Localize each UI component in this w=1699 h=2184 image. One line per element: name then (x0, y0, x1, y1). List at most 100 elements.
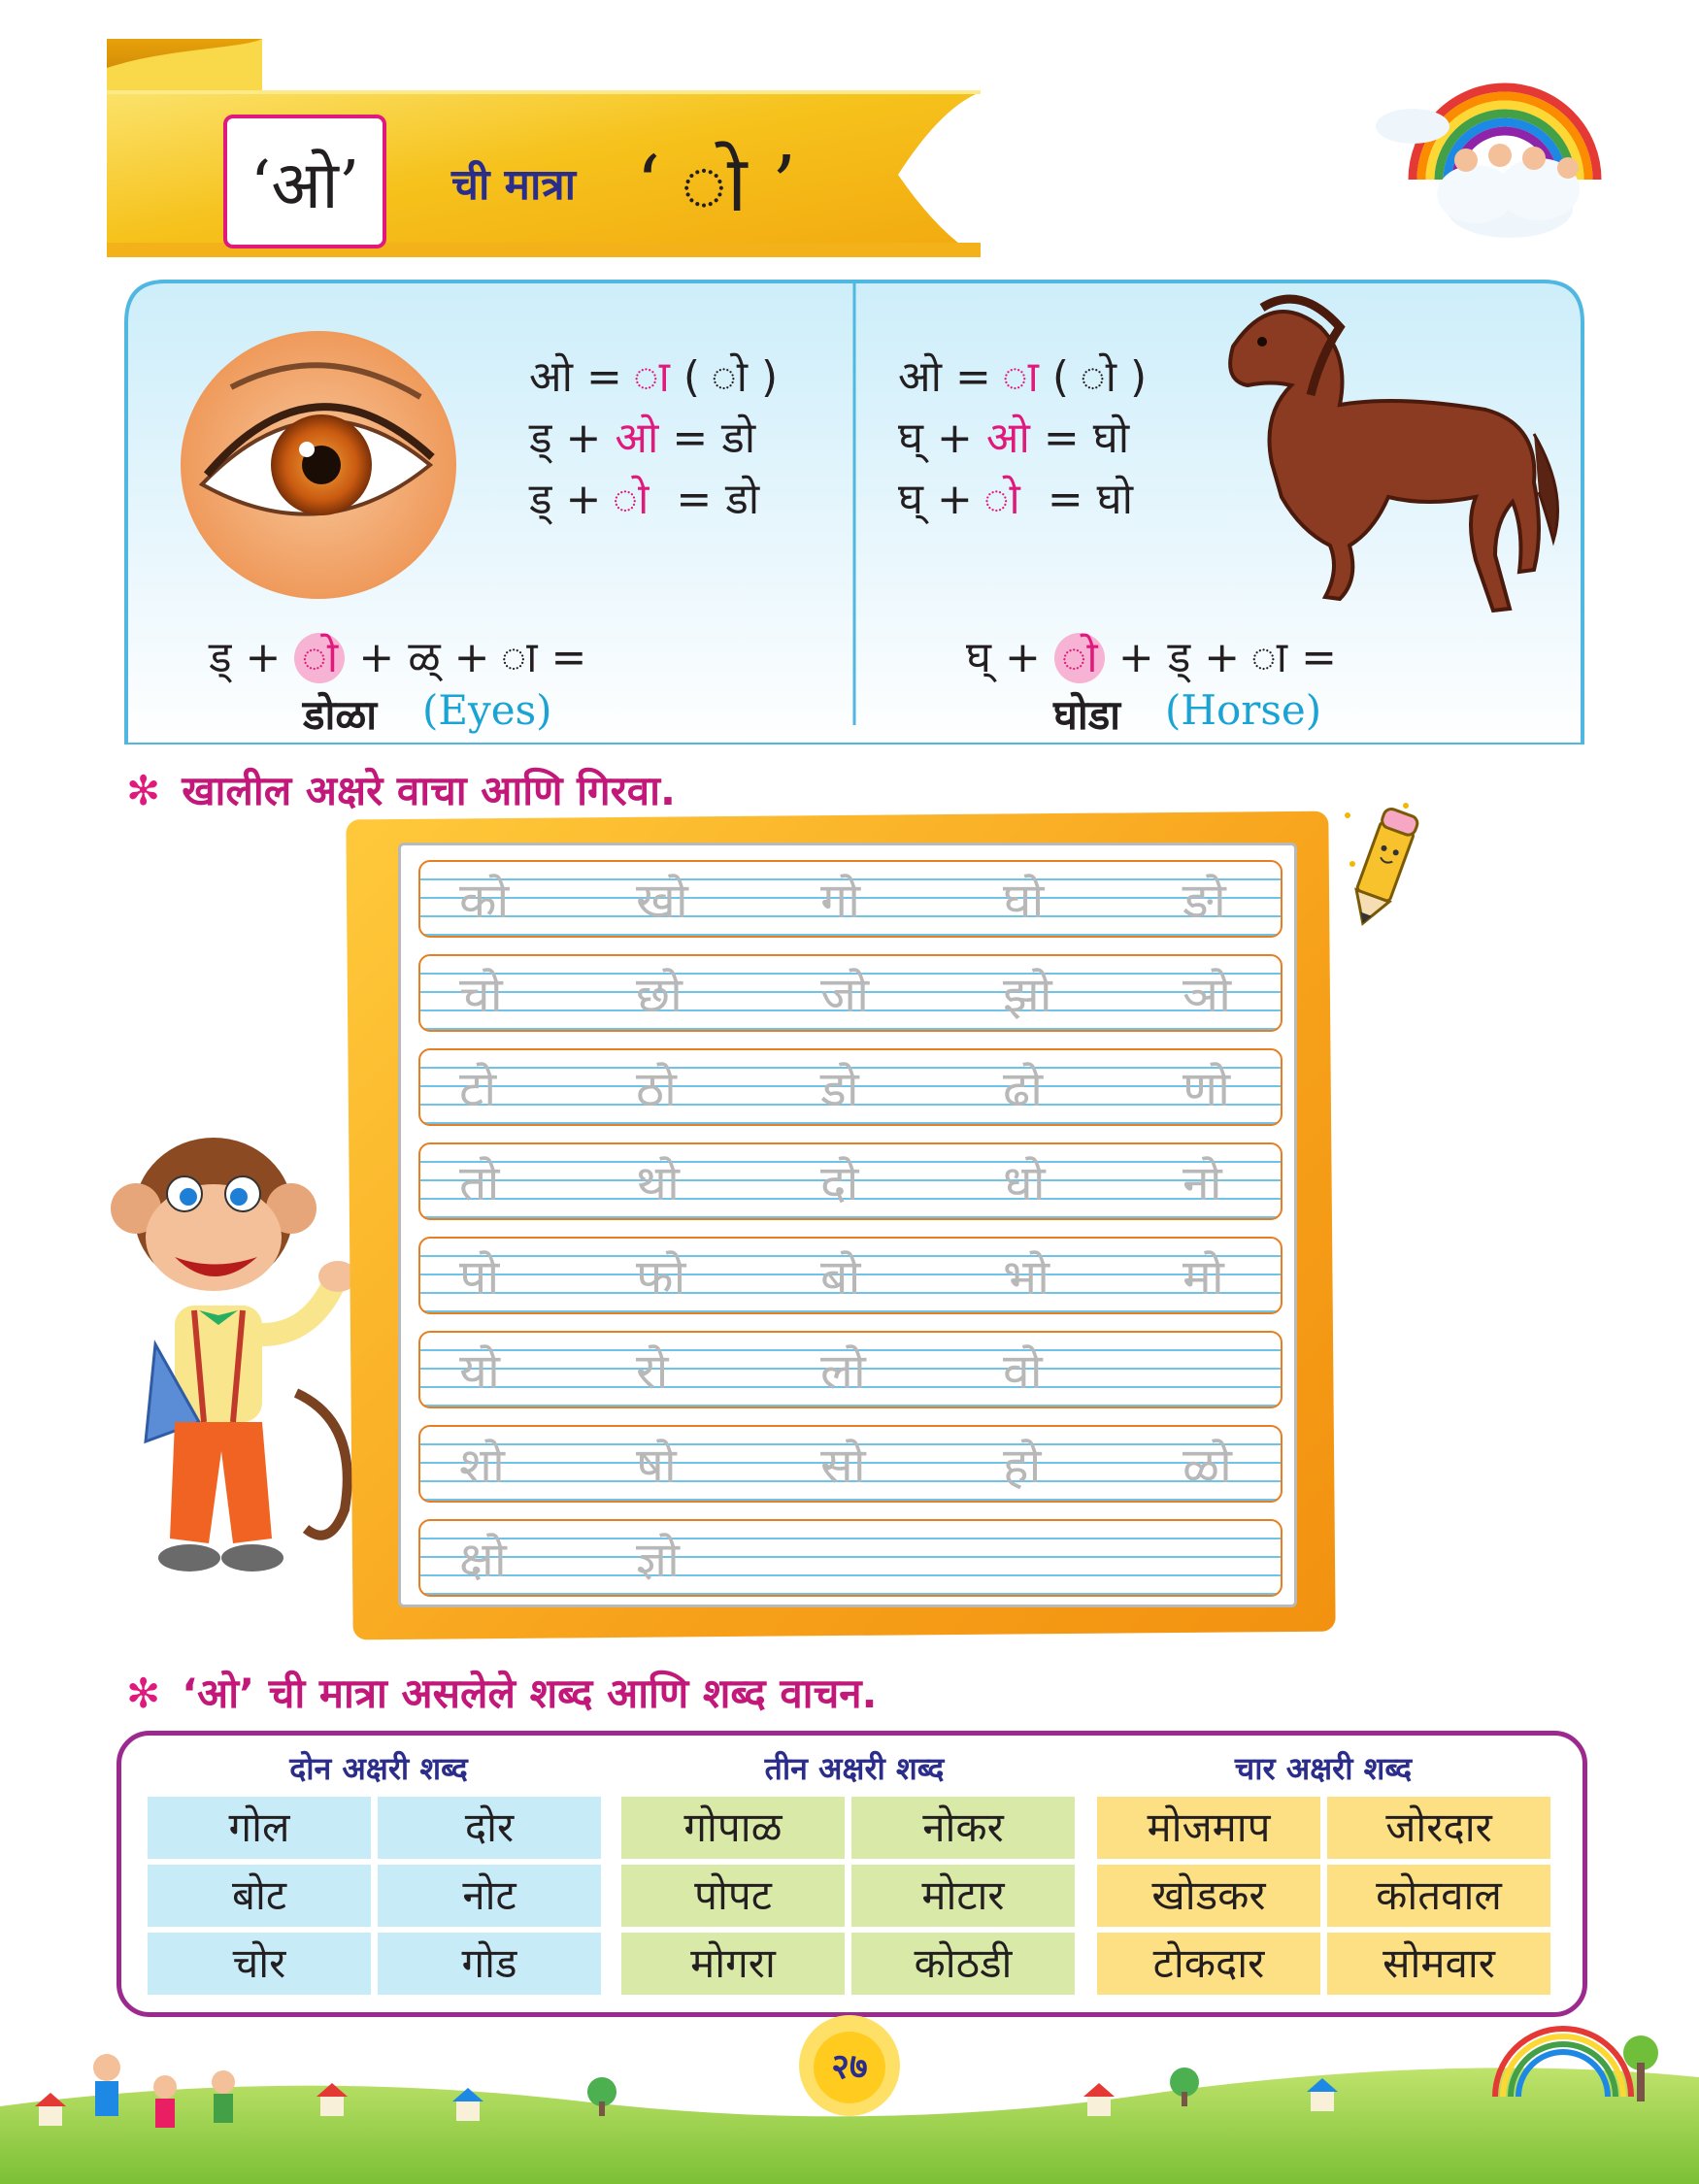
practice-letter: तो (459, 1155, 500, 1211)
practice-board: को खो गो घो ङो चो छो जो झो ञो टो ठो डो ढ… (398, 843, 1297, 1607)
practice-letter: ञो (1183, 967, 1232, 1023)
practice-heading: ✻ खालील अक्षरे वाचा आणि गिरवा. (126, 762, 676, 817)
practice-letter: ठो (636, 1061, 677, 1117)
right-eq1-part-a: ओ = (898, 352, 991, 402)
left-eq2-vowel: ओ (601, 414, 659, 463)
left-eq-line-1: ओ = ा ( ो ) (529, 356, 778, 399)
practice-letter: भो (1003, 1249, 1050, 1306)
right-word-build-equation: घ् + ो + ड् + ा = (966, 626, 1337, 684)
right-eq-line-3: घ् + ो = घो (898, 479, 1133, 521)
word-cell: पोपट (621, 1865, 845, 1927)
practice-letter: फो (636, 1249, 686, 1306)
word-cell: गोल (148, 1797, 371, 1859)
rainbow-cloud-illustration (1376, 83, 1602, 238)
word-cell: टोकदार (1097, 1933, 1320, 1995)
words-heading-text: ‘ओ’ ची मात्रा असलेले शब्द आणि शब्द वाचन. (182, 1670, 878, 1717)
monkey-mascot-illustration (111, 1138, 357, 1572)
left-word-build-equation: ड् + ो + ळ् + ा = (209, 626, 586, 684)
left-eq3-matra: ो (601, 475, 650, 524)
practice-letter: वो (1003, 1343, 1043, 1400)
left-eq1-part-c: ( ो ) (669, 352, 779, 402)
practice-letter: क्षो (459, 1532, 507, 1588)
practice-letter: षो (636, 1438, 677, 1494)
word-cell: मोजमाप (1097, 1797, 1320, 1859)
banner-letter-box: ‘ओ’ (223, 115, 386, 248)
left-eq-line-3: ड् + ो = डो (529, 479, 759, 521)
words-heading-star-icon: ✻ (126, 1670, 161, 1717)
right-eq3-result: = घो (1019, 475, 1134, 524)
left-example-english: (Eyes) (422, 686, 552, 734)
group-title-four-letter: चार अक्षरी शब्द (1234, 1750, 1413, 1787)
eye-illustration (181, 331, 456, 599)
left-build-prefix: ड् + (209, 633, 282, 682)
group-title-three-letter: तीन अक्षरी शब्द (764, 1750, 945, 1787)
word-cell: दोर (378, 1797, 601, 1859)
left-eq1-matra: ा (621, 352, 670, 402)
right-build-suffix: + ड् + ा = (1117, 633, 1337, 682)
left-build-suffix: + ळ् + ा = (358, 633, 587, 682)
left-eq3-part-a: ड् + (529, 475, 602, 524)
word-cell: बोट (148, 1865, 371, 1927)
word-cell: नोकर (851, 1797, 1075, 1859)
word-cell: मोटार (851, 1865, 1075, 1927)
group-title-two-letter: दोन अक्षरी शब्द (289, 1750, 468, 1787)
practice-letter: सो (820, 1438, 866, 1494)
right-eq2-result: = घो (1029, 414, 1130, 463)
practice-letter: को (459, 873, 510, 929)
practice-letter: शो (459, 1438, 505, 1494)
practice-letter: चो (459, 967, 503, 1023)
practice-letter: ढो (1003, 1061, 1044, 1117)
horse-illustration (1228, 294, 1559, 613)
word-reading-table: दोन अक्षरी शब्द तीन अक्षरी शब्द चार अक्ष… (117, 1731, 1587, 2017)
practice-letter: खो (636, 873, 688, 929)
practice-letter: टो (459, 1061, 497, 1117)
word-cell: खोडकर (1097, 1865, 1320, 1927)
practice-letter: हो (1003, 1438, 1042, 1494)
practice-letter: ज्ञो (636, 1532, 680, 1588)
word-cell: गोपाळ (621, 1797, 845, 1859)
left-eq2-part-a: ड् + (529, 414, 602, 463)
practice-letter: पो (459, 1249, 500, 1306)
word-cell: गोड (378, 1933, 601, 1995)
word-cell: नोट (378, 1865, 601, 1927)
right-build-matra-highlight: ो (1053, 633, 1105, 683)
practice-letter: झो (1003, 967, 1052, 1023)
right-build-prefix: घ् + (966, 633, 1041, 682)
practice-letter: छो (636, 967, 683, 1023)
practice-letter: थो (636, 1155, 680, 1211)
right-eq2-part-a: घ् + (898, 414, 973, 463)
page-number: २७ (814, 2032, 885, 2103)
left-eq1-part-a: ओ = (529, 352, 622, 402)
right-eq1-part-c: ( ो ) (1038, 352, 1148, 402)
practice-letter: धो (1003, 1155, 1046, 1211)
right-eq1-matra: ा (990, 352, 1039, 402)
practice-letter: लो (820, 1343, 866, 1400)
practice-row: पो फो बो भो मो (418, 1237, 1283, 1314)
left-eq2-result: = डो (658, 414, 756, 463)
practice-letter: दो (820, 1155, 859, 1211)
words-heading: ✻ ‘ओ’ ची मात्रा असलेले शब्द आणि शब्द वाचन… (126, 1665, 878, 1720)
practice-row: टो ठो डो ढो णो (418, 1048, 1283, 1126)
practice-row: तो थो दो धो नो (418, 1142, 1283, 1220)
left-eq3-result: = डो (649, 475, 760, 524)
practice-letter: घो (1003, 873, 1045, 929)
word-cell: कोतवाल (1327, 1865, 1550, 1927)
practice-row: यो रो लो वो (418, 1331, 1283, 1408)
right-eq3-matra: ो (972, 475, 1020, 524)
practice-letter: यो (459, 1343, 500, 1400)
practice-letter: जो (820, 967, 870, 1023)
practice-letter: ळो (1183, 1438, 1232, 1494)
word-cell: मोगरा (621, 1933, 845, 1995)
practice-letter: णो (1183, 1061, 1231, 1117)
right-eq3-part-a: घ् + (898, 475, 973, 524)
word-cell: जोरदार (1327, 1797, 1550, 1859)
left-build-matra-highlight: ो (294, 633, 346, 683)
left-eq-line-2: ड् + ओ = डो (529, 417, 755, 460)
word-cell: सोमवार (1327, 1933, 1550, 1995)
right-eq-line-1: ओ = ा ( ो ) (898, 356, 1147, 399)
word-cell: चोर (148, 1933, 371, 1995)
practice-row: शो षो सो हो ळो (418, 1425, 1283, 1503)
practice-letter: गो (820, 873, 861, 929)
practice-letter: रो (636, 1343, 669, 1400)
banner-text: ची मात्रा (451, 160, 577, 210)
